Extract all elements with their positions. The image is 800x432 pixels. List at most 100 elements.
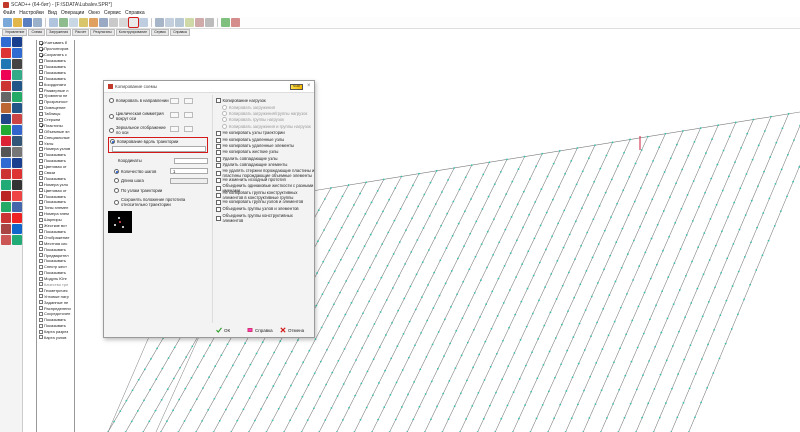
copy-option[interactable]: Не копировать удаленные элементы [216,143,315,149]
model-node[interactable] [603,268,605,271]
model-node[interactable] [587,194,589,196]
model-node[interactable] [317,209,320,212]
model-node[interactable] [350,301,353,304]
menu-window[interactable]: Окно [88,10,100,16]
palette-tool-icon[interactable] [1,103,11,113]
mirror-radio[interactable] [109,127,114,133]
model-node[interactable] [625,333,628,336]
model-node[interactable] [359,418,362,421]
model-node[interactable] [179,366,181,369]
model-node[interactable] [449,342,452,345]
model-node[interactable] [555,298,558,300]
model-node[interactable] [581,207,583,210]
model-node[interactable] [518,417,520,420]
model-node[interactable] [584,309,587,311]
copy-loads-sub3[interactable]: Копировать группы нагрузок [222,117,284,122]
model-node[interactable] [394,187,397,190]
model-element[interactable] [311,111,800,192]
model-node[interactable] [635,388,638,391]
model-node[interactable] [593,180,596,183]
model-node[interactable] [161,367,164,370]
model-node[interactable] [459,392,462,395]
model-node[interactable] [750,241,752,244]
model-node[interactable] [382,178,385,181]
copy-option-checkbox[interactable] [216,150,221,155]
model-node[interactable] [620,266,623,269]
model-node[interactable] [462,280,465,283]
model-node[interactable] [648,360,650,362]
palette-tool-icon[interactable] [12,81,22,91]
model-node[interactable] [172,377,175,380]
model-node[interactable] [547,390,550,393]
model-node[interactable] [542,363,545,366]
model-node[interactable] [644,251,647,254]
model-node[interactable] [678,289,681,291]
model-node[interactable] [236,419,239,422]
model-node[interactable] [335,206,338,209]
model-node[interactable] [688,387,691,390]
menu-view[interactable]: Вид [48,10,57,16]
model-node[interactable] [549,311,552,314]
model-node[interactable] [445,247,448,249]
model-node[interactable] [488,404,491,407]
model-node[interactable] [612,361,615,364]
model-node[interactable] [416,239,419,241]
model-node[interactable] [727,175,730,178]
model-node[interactable] [531,312,534,315]
model-node[interactable] [683,358,686,361]
model-node[interactable] [430,380,433,383]
model-node[interactable] [432,307,435,309]
model-node[interactable] [554,376,556,379]
model-node[interactable] [702,273,705,276]
palette-tool-icon[interactable] [1,235,11,245]
model-node[interactable] [495,352,498,355]
model-node[interactable] [295,407,298,410]
model-node[interactable] [682,129,684,132]
cyclic-option[interactable]: Циклическая симметрия вокруг оси [109,111,168,121]
model-node[interactable] [786,195,788,198]
model-node[interactable] [359,192,361,195]
palette-tool-icon[interactable] [1,70,11,80]
model-node[interactable] [283,396,286,399]
tree-item-checkbox[interactable] [39,46,44,52]
model-node[interactable] [721,230,723,233]
model-node[interactable] [470,164,473,167]
model-node[interactable] [155,378,158,381]
model-node[interactable] [476,185,479,188]
model-node[interactable] [289,419,292,422]
model-node[interactable] [629,138,632,141]
palette-tool-icon[interactable] [12,136,22,146]
model-node[interactable] [646,135,649,138]
help-button[interactable]: Справка [247,327,273,333]
model-node[interactable] [313,372,316,375]
model-node[interactable] [344,313,347,316]
tree-item-checkbox[interactable] [39,229,43,234]
palette-tool-icon[interactable] [1,158,11,168]
model-node[interactable] [712,372,715,375]
model-node[interactable] [375,222,378,224]
model-node[interactable] [519,338,522,341]
model-node[interactable] [678,330,680,333]
model-node[interactable] [541,403,544,406]
model-node[interactable] [421,296,423,299]
model-node[interactable] [354,394,357,397]
model-node[interactable] [396,345,399,348]
model-node[interactable] [418,172,420,175]
model-node[interactable] [531,351,533,354]
model-node[interactable] [267,362,269,365]
model-node[interactable] [573,296,576,299]
model-node[interactable] [290,350,293,353]
palette-tool-icon[interactable] [12,224,22,234]
model-node[interactable] [626,292,628,295]
model-node[interactable] [528,213,531,216]
model-node[interactable] [714,244,717,247]
model-node[interactable] [506,404,509,407]
model-node[interactable] [407,393,409,396]
view-icon[interactable] [49,18,58,27]
model-node[interactable] [411,217,413,220]
model-node[interactable] [407,356,410,359]
model-node[interactable] [342,383,345,385]
model-node[interactable] [435,169,438,172]
model-node[interactable] [457,257,459,260]
model-node[interactable] [552,162,555,165]
